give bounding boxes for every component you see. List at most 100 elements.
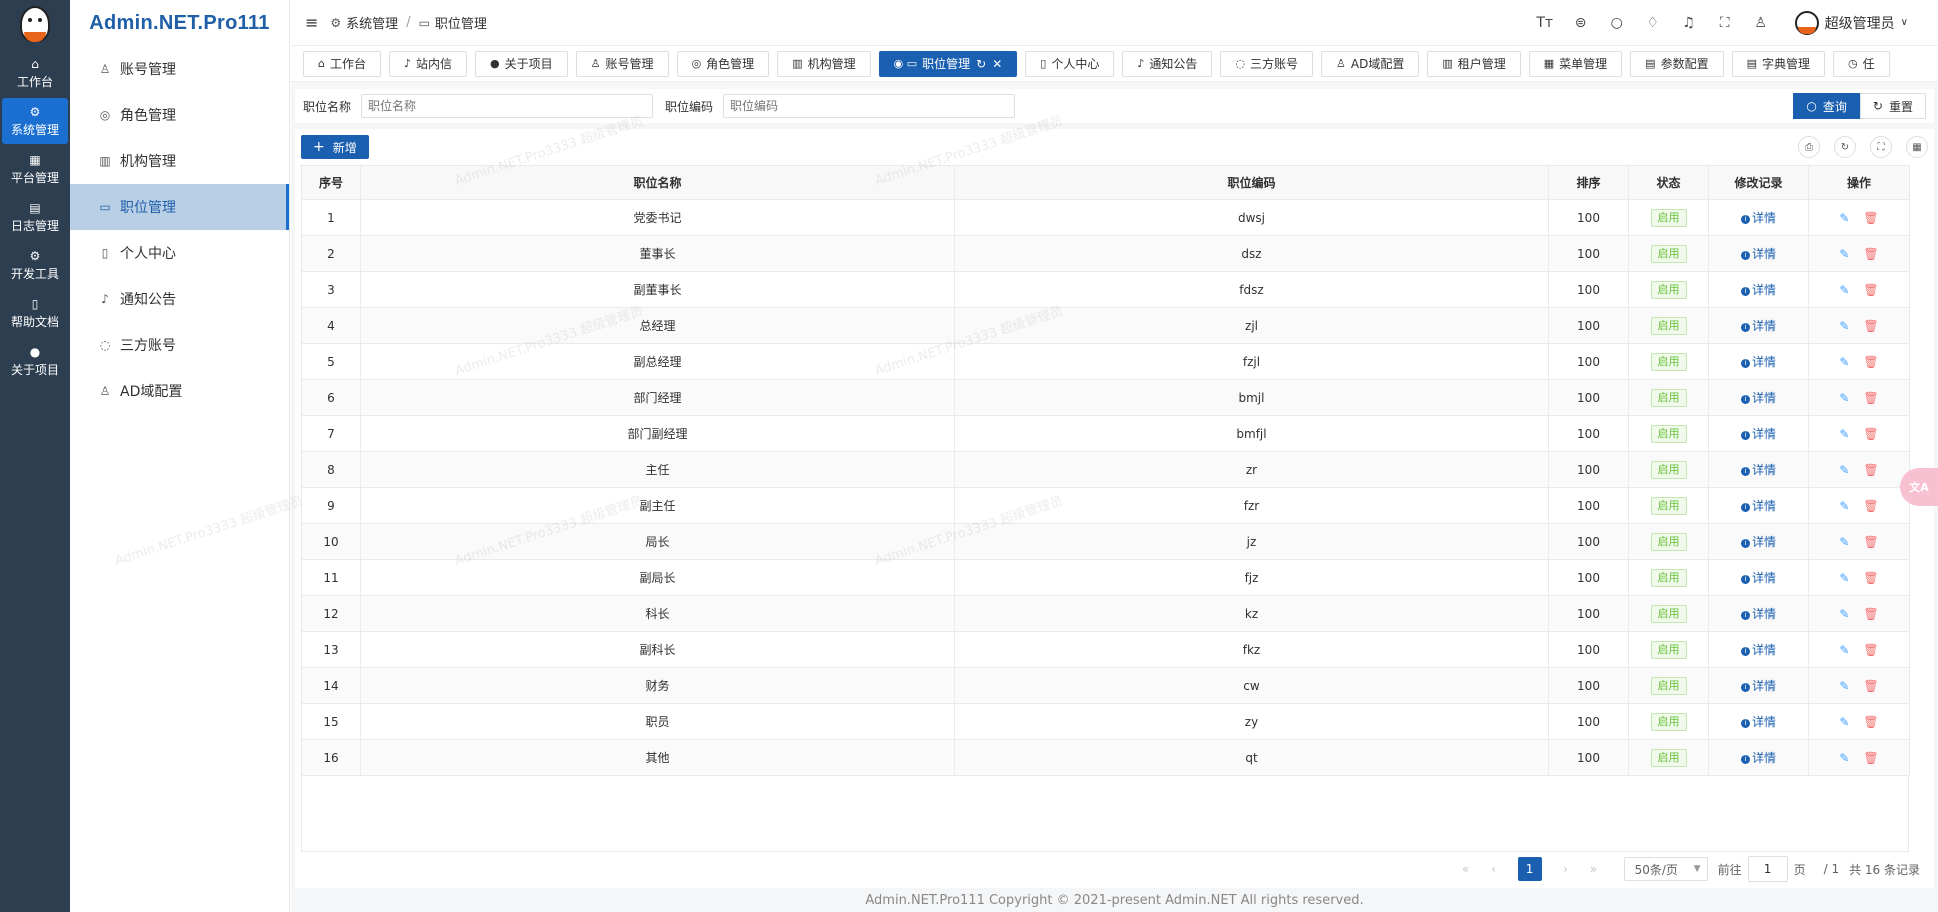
delete-icon[interactable]: 🗑: [1863, 463, 1878, 477]
edit-icon[interactable]: ✎: [1839, 751, 1849, 765]
detail-link[interactable]: i 详情: [1740, 247, 1776, 261]
detail-link[interactable]: i 详情: [1740, 319, 1776, 333]
sidebar-item[interactable]: ♙ AD域配置: [70, 368, 289, 414]
edit-icon[interactable]: ✎: [1839, 427, 1849, 441]
last-page-icon[interactable]: »: [1580, 862, 1608, 876]
tab[interactable]: ◉ ▭ 职位管理 ↻ ✕: [878, 50, 1018, 77]
delete-icon[interactable]: 🗑: [1863, 355, 1878, 369]
detail-link[interactable]: i 详情: [1740, 751, 1776, 765]
next-page-icon[interactable]: ›: [1552, 862, 1580, 876]
zoom-icon[interactable]: ⛶: [1870, 136, 1892, 158]
prev-page-icon[interactable]: ‹: [1480, 862, 1508, 876]
edit-icon[interactable]: ✎: [1839, 571, 1849, 585]
detail-link[interactable]: i 详情: [1740, 679, 1776, 693]
detail-link[interactable]: i 详情: [1740, 607, 1776, 621]
tab[interactable]: ◌ 三方账号: [1220, 50, 1313, 77]
tab[interactable]: ▦ 菜单管理: [1528, 50, 1623, 77]
edit-icon[interactable]: ✎: [1839, 391, 1849, 405]
edit-icon[interactable]: ✎: [1839, 643, 1849, 657]
delete-icon[interactable]: 🗑: [1863, 715, 1878, 729]
sidebar-item[interactable]: ◎ 角色管理: [70, 92, 289, 138]
tab[interactable]: ▤ 参数配置: [1630, 50, 1724, 77]
user-menu[interactable]: 超级管理员 ∨: [1794, 10, 1908, 35]
delete-icon[interactable]: 🗑: [1863, 391, 1878, 405]
rail-item[interactable]: ▤ 日志管理: [2, 194, 68, 240]
delete-icon[interactable]: 🗑: [1863, 427, 1878, 441]
edit-icon[interactable]: ✎: [1839, 355, 1849, 369]
detail-link[interactable]: i 详情: [1740, 427, 1776, 441]
edit-icon[interactable]: ✎: [1839, 499, 1849, 513]
delete-icon[interactable]: 🗑: [1863, 319, 1878, 333]
delete-icon[interactable]: 🗑: [1863, 571, 1878, 585]
sidebar-item[interactable]: ▯ 个人中心: [70, 230, 289, 276]
detail-link[interactable]: i 详情: [1740, 643, 1776, 657]
edit-icon[interactable]: ✎: [1839, 247, 1849, 261]
refresh-icon[interactable]: ↻: [976, 57, 986, 71]
close-icon[interactable]: ✕: [992, 57, 1002, 71]
tab[interactable]: ▥ 机构管理: [777, 50, 871, 77]
detail-link[interactable]: i 详情: [1740, 463, 1776, 477]
print-icon[interactable]: ⎙: [1798, 136, 1820, 158]
position-code-input[interactable]: [723, 94, 1016, 118]
reset-button[interactable]: ↻ 重置: [1859, 93, 1926, 119]
detail-link[interactable]: i 详情: [1740, 283, 1776, 297]
menu-toggle-icon[interactable]: ≡: [305, 13, 318, 32]
add-button[interactable]: + 新增: [301, 135, 369, 159]
sidebar-item[interactable]: ▥ 机构管理: [70, 138, 289, 184]
theme-icon[interactable]: ♢: [1635, 15, 1671, 31]
tab[interactable]: ▤ 字典管理: [1731, 50, 1826, 77]
page-number[interactable]: 1: [1517, 857, 1542, 881]
tab[interactable]: ◷ 任: [1833, 50, 1890, 77]
edit-icon[interactable]: ✎: [1839, 535, 1849, 549]
rail-item[interactable]: ⌂ 工作台: [2, 50, 68, 96]
delete-icon[interactable]: 🗑: [1863, 535, 1878, 549]
edit-icon[interactable]: ✎: [1839, 715, 1849, 729]
detail-link[interactable]: i 详情: [1740, 211, 1776, 225]
fullscreen-icon[interactable]: ⛶: [1707, 15, 1743, 31]
edit-icon[interactable]: ✎: [1839, 463, 1849, 477]
rail-item[interactable]: ● 关于项目: [2, 338, 68, 384]
detail-link[interactable]: i 详情: [1740, 535, 1776, 549]
detail-link[interactable]: i 详情: [1740, 499, 1776, 513]
sidebar-item[interactable]: ▭ 职位管理: [70, 184, 289, 230]
search-icon[interactable]: ○: [1599, 15, 1635, 31]
delete-icon[interactable]: 🗑: [1863, 211, 1878, 225]
delete-icon[interactable]: 🗑: [1863, 751, 1878, 765]
delete-icon[interactable]: 🗑: [1863, 499, 1878, 513]
goto-page-input[interactable]: 1: [1747, 856, 1788, 882]
detail-link[interactable]: i 详情: [1740, 571, 1776, 585]
rail-item[interactable]: ▯ 帮助文档: [2, 290, 68, 336]
edit-icon[interactable]: ✎: [1839, 607, 1849, 621]
delete-icon[interactable]: 🗑: [1863, 247, 1878, 261]
app-logo[interactable]: [0, 0, 70, 48]
tab[interactable]: ♙ 账号管理: [575, 50, 669, 77]
edit-icon[interactable]: ✎: [1839, 283, 1849, 297]
rail-item[interactable]: ⚙ 开发工具: [2, 242, 68, 288]
translate-float-button[interactable]: 文A: [1900, 468, 1938, 506]
language-icon[interactable]: ⊜: [1563, 15, 1599, 31]
sidebar-item[interactable]: ◌ 三方账号: [70, 322, 289, 368]
delete-icon[interactable]: 🗑: [1863, 607, 1878, 621]
rail-item[interactable]: ▦ 平台管理: [2, 146, 68, 192]
sidebar-item[interactable]: ♙ 账号管理: [70, 46, 289, 92]
edit-icon[interactable]: ✎: [1839, 679, 1849, 693]
tab[interactable]: ♪ 通知公告: [1122, 50, 1213, 77]
sidebar-item[interactable]: ♪ 通知公告: [70, 276, 289, 322]
edit-icon[interactable]: ✎: [1839, 319, 1849, 333]
tab[interactable]: ⌂ 工作台: [303, 50, 381, 77]
first-page-icon[interactable]: «: [1452, 862, 1480, 876]
detail-link[interactable]: i 详情: [1740, 355, 1776, 369]
tab[interactable]: ♪ 站内信: [389, 50, 468, 77]
position-name-input[interactable]: [361, 94, 654, 118]
detail-link[interactable]: i 详情: [1740, 391, 1776, 405]
page-size-select[interactable]: 50条/页 ▼: [1623, 857, 1708, 881]
tab[interactable]: ▥ 租户管理: [1427, 50, 1521, 77]
columns-icon[interactable]: ▦: [1906, 136, 1928, 158]
tab[interactable]: ◎ 角色管理: [676, 50, 770, 77]
font-size-icon[interactable]: Tт: [1527, 15, 1563, 31]
bell-icon[interactable]: ♫: [1671, 15, 1707, 31]
breadcrumb-item[interactable]: 系统管理: [346, 13, 398, 32]
rail-item[interactable]: ⚙ 系统管理: [2, 98, 68, 144]
refresh-icon[interactable]: ↻: [1834, 136, 1856, 158]
tab[interactable]: ● 关于项目: [475, 50, 568, 77]
